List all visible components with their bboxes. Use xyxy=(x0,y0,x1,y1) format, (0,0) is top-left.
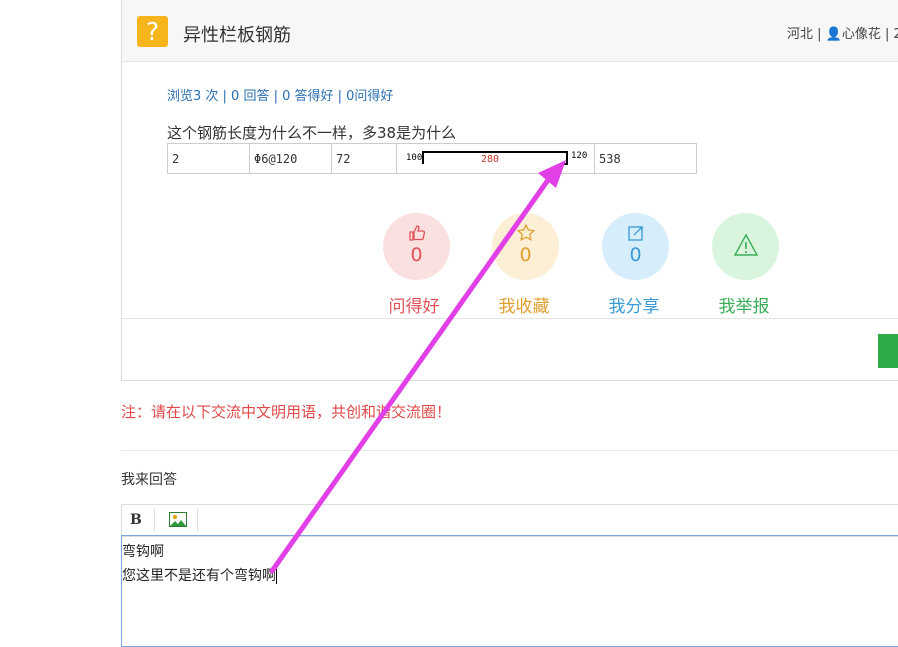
warning-icon xyxy=(712,233,779,256)
table-cell-spec: Φ6@120 xyxy=(249,143,332,174)
bold-button[interactable]: B xyxy=(130,512,142,528)
rebar-mid-dim: 280 xyxy=(481,154,500,165)
favorite-button[interactable]: 0 xyxy=(492,213,559,280)
editor-toolbar xyxy=(121,504,898,537)
table-cell-count: 2 xyxy=(167,143,250,174)
rebar-right-dim: 120 xyxy=(571,151,588,161)
editor-line: 您这里不是还有个弯钩啊 xyxy=(122,565,277,585)
table-cell-rebar-shape: 100 280 120 xyxy=(396,143,595,174)
reply-editor[interactable] xyxy=(121,535,898,647)
editor-line-text: 您这里不是还有个弯钩啊 xyxy=(122,568,276,584)
favorite-count: 0 xyxy=(519,244,532,266)
favorite-label[interactable]: 我收藏 xyxy=(479,292,569,317)
like-button[interactable]: 0 xyxy=(383,213,450,280)
question-body: 这个钢筋长度为什么不一样，多38是为什么 xyxy=(167,124,457,142)
question-mark-icon: ? xyxy=(137,16,168,47)
share-label[interactable]: 我分享 xyxy=(589,292,679,317)
share-button[interactable]: 0 xyxy=(602,213,669,280)
civility-notice: 注：请在以下交流中文明用语，共创和谐交流圈！ xyxy=(121,403,452,421)
star-icon xyxy=(492,223,559,243)
table-cell-length-code: 72 xyxy=(331,143,397,174)
thumbs-up-icon xyxy=(383,223,450,243)
report-label[interactable]: 我举报 xyxy=(699,292,789,317)
divider xyxy=(121,450,898,451)
divider xyxy=(122,318,898,319)
share-count: 0 xyxy=(629,244,642,266)
report-button[interactable] xyxy=(712,213,779,280)
table-row: 2 Φ6@120 72 100 280 120 538 xyxy=(167,143,697,174)
toolbar-separator xyxy=(197,509,198,531)
image-icon[interactable] xyxy=(169,512,187,527)
question-stats[interactable]: 浏览3 次 | 0 回答 | 0 答得好 | 0问得好 xyxy=(167,85,393,104)
like-label[interactable]: 问得好 xyxy=(369,292,459,317)
table-cell-total: 538 xyxy=(594,143,697,174)
question-meta[interactable]: 河北 | 👤心像花 | 2 xyxy=(787,23,898,42)
toolbar-separator xyxy=(154,509,155,531)
editor-line: 弯钩啊 xyxy=(122,544,164,560)
text-caret xyxy=(276,568,277,584)
reply-heading: 我来回答 xyxy=(121,472,177,488)
like-count: 0 xyxy=(410,244,423,266)
question-title: 异性栏板钢筋 xyxy=(183,25,291,46)
share-icon xyxy=(602,223,669,243)
rebar-table: 2 Φ6@120 72 100 280 120 538 xyxy=(167,143,697,174)
answer-button[interactable] xyxy=(878,334,898,368)
